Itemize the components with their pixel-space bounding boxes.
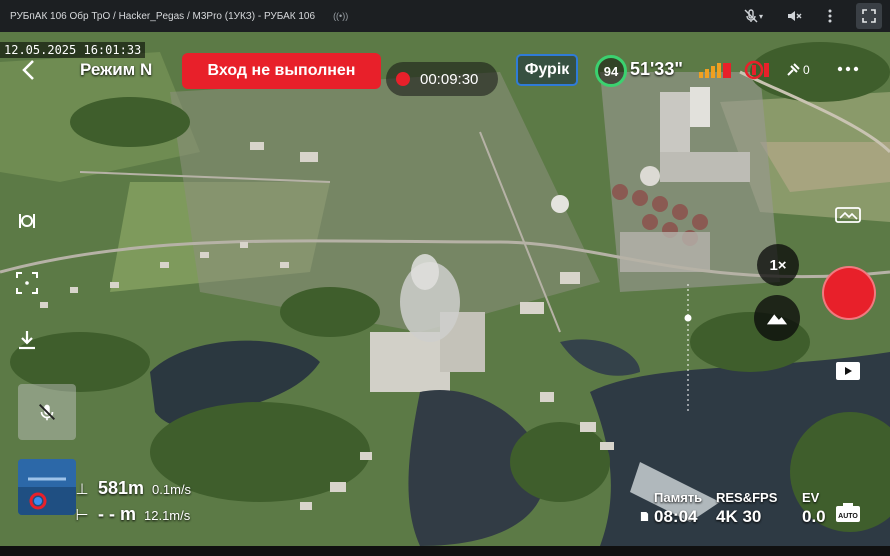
camera-stats: Память RES&FPS EV 08:04 4K 30 0.0	[640, 490, 852, 527]
satellite-icon	[787, 63, 800, 76]
landing-icon[interactable]	[14, 328, 40, 354]
mic-mute-button[interactable]	[18, 384, 76, 440]
telemetry-panel: ⊥ 581m 0.1m/s ⊢ - - m 12.1m/s	[74, 478, 191, 530]
resolution-value: 4K 30	[716, 507, 762, 526]
vertical-speed-value: 0.1m/s	[152, 482, 192, 497]
satellite-count: 0	[785, 59, 815, 81]
altitude-icon: ⊥	[75, 481, 89, 498]
memory-value: 08:04	[654, 507, 698, 526]
drone-video-feed[interactable]: 12.05.2025 16:01:33 Режим N Вход не выпо…	[0, 32, 890, 546]
mountain-icon	[766, 314, 788, 325]
minimap-thumbnail[interactable]	[18, 459, 76, 515]
horizontal-speed-value: 12.1m/s	[144, 508, 191, 523]
zoom-slider-handle	[684, 314, 692, 322]
speaker-muted-icon[interactable]	[784, 6, 804, 26]
window-controls: ▾	[738, 0, 890, 32]
sd-card-icon	[640, 512, 649, 521]
distance-value: - - m	[98, 504, 136, 524]
mic-off-icon[interactable]: ▾	[738, 6, 768, 26]
play-icon	[845, 367, 852, 375]
playback-button[interactable]	[836, 362, 860, 380]
camera-mode-button[interactable]	[754, 295, 800, 341]
auto-exposure-icon[interactable]: AUTO	[835, 501, 861, 523]
login-status-banner[interactable]: Вход не выполнен	[182, 53, 381, 89]
mic-off-icon	[39, 404, 55, 421]
resolution-label: RES&FPS	[716, 490, 778, 505]
recording-time: 00:09:30	[420, 70, 479, 88]
bottom-bar	[0, 546, 890, 556]
zoom-slider[interactable]	[684, 284, 692, 414]
memory-value-cell: 08:04	[640, 507, 716, 527]
window-title: РУБпАК 106 Обр ТрО / Hacker_Pegas / M3Pr…	[10, 10, 316, 22]
aerial-terrain-image	[0, 32, 890, 546]
satellite-count-value: 0	[803, 63, 810, 77]
svg-text:AUTO: AUTO	[838, 513, 858, 520]
video-timestamp: 12.05.2025 16:01:33	[0, 42, 146, 58]
zoom-button[interactable]: 1×	[757, 244, 799, 286]
remaining-flight-time: 51'33"	[630, 59, 683, 79]
distance-icon: ⊢	[75, 507, 89, 524]
distance-row: ⊢ - - m 12.1m/s	[74, 504, 191, 530]
camera-settings-icon[interactable]	[835, 205, 861, 223]
back-arrow-icon[interactable]	[18, 58, 40, 82]
gps-warning-icon	[744, 60, 769, 80]
focus-frame-icon[interactable]	[14, 270, 40, 296]
minimap-drone-icon	[18, 459, 76, 515]
signal-strength-icon	[699, 63, 731, 78]
flight-mode-label[interactable]: Режим N	[80, 60, 152, 80]
cast-indicator: ((•))	[333, 11, 349, 21]
altitude-row: ⊥ 581m 0.1m/s	[74, 478, 191, 504]
recording-indicator: 00:09:30	[386, 62, 498, 96]
battery-indicator: 94	[595, 55, 627, 87]
app-title-bar: РУБпАК 106 Обр ТрО / Hacker_Pegas / M3Pr…	[0, 0, 890, 32]
more-options-icon[interactable]	[837, 65, 859, 73]
kebab-menu-icon[interactable]	[820, 6, 840, 26]
memory-label: Память	[654, 490, 703, 505]
fullscreen-icon[interactable]	[856, 3, 882, 29]
gimbal-reset-icon[interactable]	[14, 208, 40, 234]
altitude-value: 581m	[98, 478, 145, 498]
pilot-name-badge: Фурік	[516, 54, 578, 86]
record-shutter-button[interactable]	[822, 266, 876, 320]
recording-dot-icon	[396, 72, 410, 86]
